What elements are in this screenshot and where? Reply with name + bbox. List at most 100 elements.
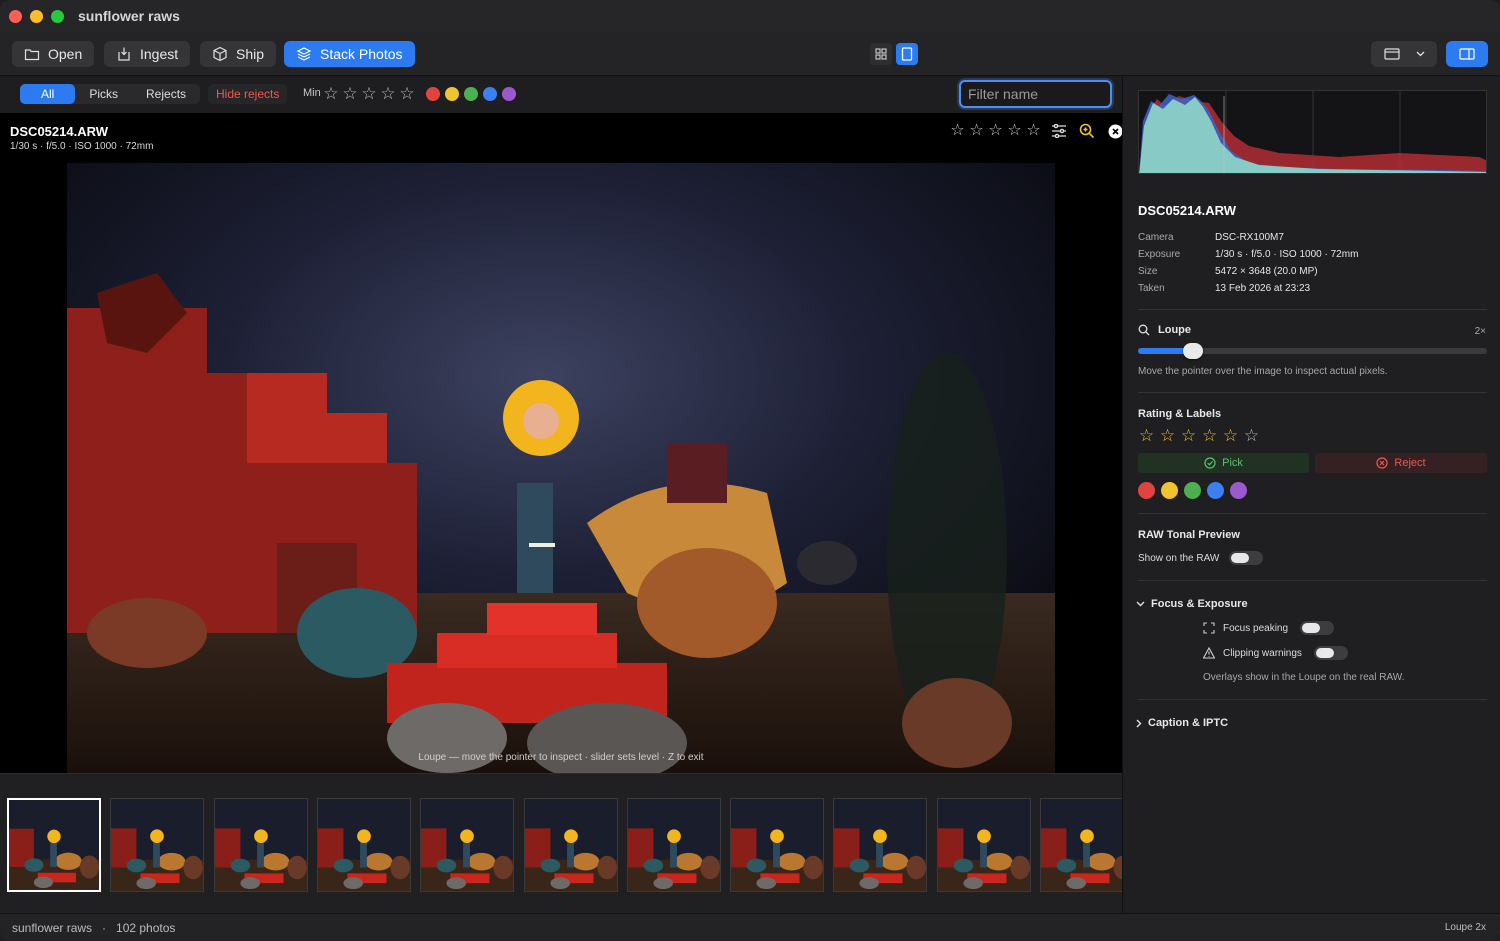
loupe-level-slider[interactable] [1138, 343, 1487, 359]
minimize-window-button[interactable] [30, 9, 43, 23]
divider [1138, 513, 1487, 514]
rating-section-title: Rating & Labels [1138, 408, 1222, 420]
pick-button[interactable]: Pick [1138, 453, 1309, 473]
close-viewer-button[interactable] [1104, 122, 1122, 140]
meta-camera-key: Camera [1138, 232, 1174, 243]
ship-button-label: Ship [236, 46, 265, 62]
meta-taken-row: Taken 13 Feb 2026 at 23:23 [1138, 283, 1310, 294]
min-star-3[interactable]: ☆ [361, 85, 377, 102]
filter-color-dot-4[interactable] [483, 87, 497, 101]
raw-tonal-toggle[interactable] [1229, 551, 1264, 565]
toggle-inspector-button[interactable] [1446, 41, 1488, 67]
close-circle-icon [1108, 124, 1122, 138]
app-window: sunflower raws Open Ingest Ship Stack Ph… [0, 0, 1500, 941]
photo-filename: DSC05214.ARW [10, 124, 109, 139]
min-rating-label: Min [303, 87, 321, 99]
view-mode-toggle [870, 41, 918, 67]
filmstrip-thumbnail[interactable] [936, 798, 1031, 892]
open-button[interactable]: Open [12, 41, 95, 67]
zoom-in-icon [1079, 123, 1095, 139]
grid-icon [875, 48, 887, 60]
filmstrip-thumbnail[interactable] [316, 798, 411, 892]
filter-color-dot-1[interactable] [426, 87, 440, 101]
filter-color-dot-3[interactable] [464, 87, 478, 101]
rating-stars: ☆ ☆ ☆ ☆ ☆ ☆ [1137, 427, 1261, 444]
viewer-star-1[interactable]: ☆ [949, 123, 966, 139]
meta-taken-value: 13 Feb 2026 at 23:23 [1215, 283, 1311, 294]
rating-star-3[interactable]: ☆ [1179, 427, 1198, 444]
color-label-dot-5[interactable] [1230, 482, 1247, 499]
min-star-4[interactable]: ☆ [380, 85, 396, 102]
grid-view-button[interactable] [870, 43, 892, 65]
color-label-dot-1[interactable] [1138, 482, 1155, 499]
raw-tonal-row: Show on the RAW [1138, 551, 1264, 565]
filter-tab-rejects[interactable]: Rejects [132, 84, 200, 104]
color-label-dot-4[interactable] [1207, 482, 1224, 499]
stack-photos-button[interactable]: Stack Photos [284, 41, 415, 67]
divider [1138, 699, 1487, 700]
adjustments-button[interactable] [1048, 122, 1070, 140]
photo-viewer[interactable]: DSC05214.ARW 1/30 s · f/5.0 · ISO 1000 ·… [0, 113, 1122, 773]
inspector-panel: DSC05214.ARW Camera DSC-RX100M7 Exposure… [1122, 77, 1500, 913]
filmstrip-thumbnail[interactable] [420, 798, 515, 892]
loupe-level-value: 2× [1474, 326, 1486, 337]
ingest-button[interactable]: Ingest [104, 41, 191, 67]
chevron-right-icon [1136, 719, 1142, 727]
ship-button[interactable]: Ship [200, 41, 277, 67]
filmstrip-thumbnail[interactable] [110, 798, 205, 892]
main-photo[interactable] [67, 163, 1055, 773]
filmstrip-thumbnail[interactable] [7, 798, 101, 892]
zoom-window-button[interactable] [51, 9, 64, 23]
rating-star-1[interactable]: ☆ [1137, 427, 1156, 444]
filter-color-dot-2[interactable] [445, 87, 459, 101]
filter-tab-all[interactable]: All [20, 84, 76, 104]
focus-exposure-header[interactable]: Focus & Exposure [1136, 598, 1248, 610]
loupe-button[interactable] [1076, 122, 1098, 140]
histogram [1138, 90, 1487, 174]
overlays-hint: Overlays show in the Loupe on the real R… [1203, 672, 1405, 683]
meta-exposure-row: Exposure 1/30 s · f/5.0 · ISO 1000 · 72m… [1138, 249, 1358, 260]
filmstrip-thumbnail[interactable] [213, 798, 308, 892]
concert-photo [67, 163, 1055, 773]
raw-tonal-title: RAW Tonal Preview [1138, 529, 1240, 541]
filter-color-dot-5[interactable] [502, 87, 516, 101]
title-bar: sunflower raws [0, 0, 1500, 32]
loupe-slider-knob[interactable] [1183, 343, 1203, 359]
filter-tab-picks[interactable]: Picks [75, 84, 132, 104]
reject-button[interactable]: Reject [1315, 453, 1487, 473]
filmstrip-thumbnail[interactable] [730, 798, 825, 892]
color-label-dot-3[interactable] [1184, 482, 1201, 499]
rating-star-4[interactable]: ☆ [1200, 427, 1219, 444]
color-label-filter [426, 87, 516, 101]
viewer-star-4[interactable]: ☆ [1006, 123, 1023, 139]
focus-peaking-toggle[interactable] [1300, 621, 1335, 635]
clear-rating-button[interactable]: ☆ [1242, 427, 1261, 444]
caption-iptc-header[interactable]: Caption & IPTC [1136, 717, 1228, 729]
filter-name-input[interactable] [959, 80, 1112, 108]
single-view-button[interactable] [896, 43, 918, 65]
color-label-dot-2[interactable] [1161, 482, 1178, 499]
loupe-section-title: Loupe [1138, 324, 1191, 336]
min-star-2[interactable]: ☆ [342, 85, 358, 102]
rating-star-2[interactable]: ☆ [1158, 427, 1177, 444]
stack-photos-button-label: Stack Photos [320, 46, 403, 62]
viewer-star-2[interactable]: ☆ [968, 123, 985, 139]
layout-menu-button[interactable] [1371, 41, 1437, 67]
package-icon [213, 46, 227, 62]
filmstrip-thumbnail[interactable] [626, 798, 721, 892]
filmstrip-thumbnail[interactable] [1040, 798, 1122, 892]
ingest-button-label: Ingest [140, 46, 179, 62]
filmstrip-thumbnail[interactable] [523, 798, 618, 892]
caption-iptc-title: Caption & IPTC [1148, 717, 1229, 729]
single-photo-icon [901, 47, 913, 61]
viewer-star-3[interactable]: ☆ [987, 123, 1004, 139]
rating-star-5[interactable]: ☆ [1221, 427, 1240, 444]
close-window-button[interactable] [9, 9, 22, 23]
clipping-warnings-toggle[interactable] [1313, 646, 1348, 660]
viewer-star-5[interactable]: ☆ [1025, 123, 1042, 139]
filmstrip-thumbnail[interactable] [833, 798, 928, 892]
min-star-1[interactable]: ☆ [323, 85, 339, 102]
hide-rejects-button[interactable]: Hide rejects [208, 84, 288, 104]
inspector-filename: DSC05214.ARW [1138, 203, 1237, 218]
min-star-5[interactable]: ☆ [399, 85, 415, 102]
